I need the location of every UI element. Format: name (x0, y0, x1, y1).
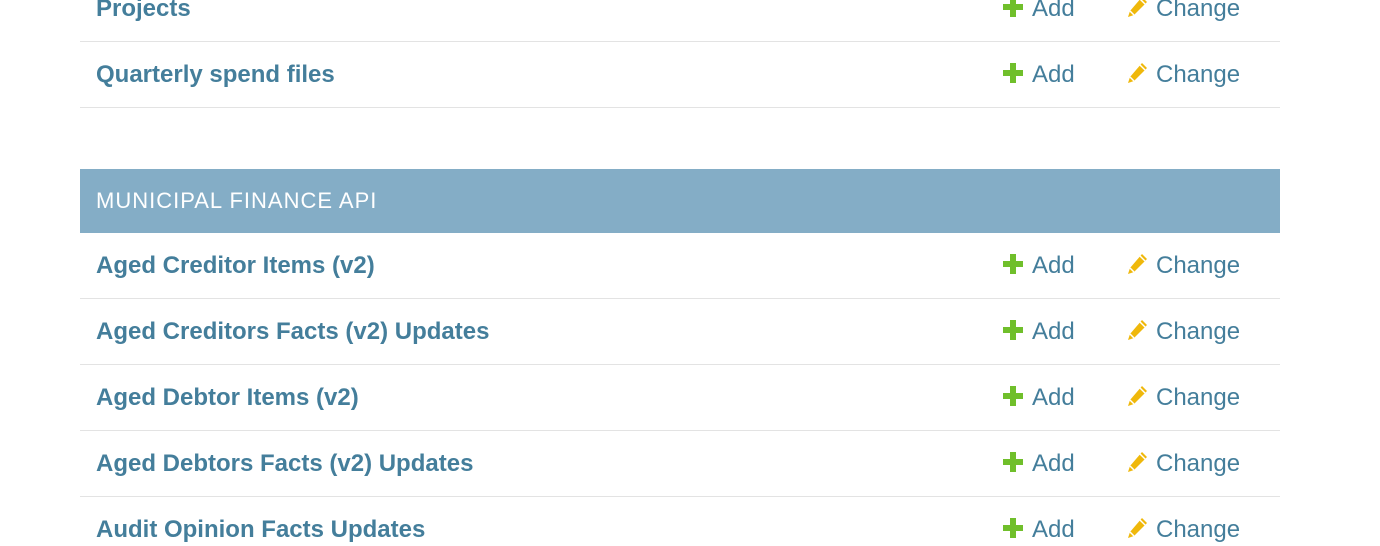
change-label: Change (1156, 450, 1241, 477)
plus-icon (1002, 517, 1024, 539)
change-link[interactable]: Change (1126, 42, 1240, 108)
module-municipal-finance-api: MUNICIPAL FINANCE API Aged Creditor Item… (80, 169, 1280, 546)
pencil-icon (1126, 517, 1148, 539)
model-row: Aged Debtors Facts (v2) Updates Add Chan… (80, 431, 1280, 497)
add-link[interactable]: Add (1002, 0, 1075, 42)
model-link-projects[interactable]: Projects (96, 0, 191, 42)
model-row: Aged Debtor Items (v2) Add Change (80, 365, 1280, 431)
pencil-icon (1126, 319, 1148, 341)
change-link[interactable]: Change (1126, 497, 1240, 546)
change-label: Change (1156, 516, 1241, 543)
change-link[interactable]: Change (1126, 299, 1240, 365)
add-link[interactable]: Add (1002, 233, 1075, 299)
model-link-aged-debtor-items[interactable]: Aged Debtor Items (v2) (96, 365, 359, 431)
change-label: Change (1156, 318, 1241, 345)
pencil-icon (1126, 253, 1148, 275)
model-row: Audit Opinion Facts Updates Add Change (80, 497, 1280, 546)
pencil-icon (1126, 0, 1148, 18)
change-link[interactable]: Change (1126, 233, 1240, 299)
change-link[interactable]: Change (1126, 431, 1240, 497)
plus-icon (1002, 62, 1024, 84)
model-link-aged-debtors-facts-updates[interactable]: Aged Debtors Facts (v2) Updates (96, 431, 473, 497)
add-link[interactable]: Add (1002, 497, 1075, 546)
pencil-icon (1126, 451, 1148, 473)
change-label: Change (1156, 0, 1241, 22)
add-label: Add (1032, 0, 1075, 22)
change-link[interactable]: Change (1126, 365, 1240, 431)
module-previous: Projects Add Change Quarterly spend file… (80, 0, 1280, 108)
add-label: Add (1032, 516, 1075, 543)
add-link[interactable]: Add (1002, 299, 1075, 365)
add-label: Add (1032, 450, 1075, 477)
plus-icon (1002, 319, 1024, 341)
model-link-aged-creditor-items[interactable]: Aged Creditor Items (v2) (96, 233, 375, 299)
add-link[interactable]: Add (1002, 42, 1075, 108)
plus-icon (1002, 451, 1024, 473)
model-row: Aged Creditors Facts (v2) Updates Add Ch… (80, 299, 1280, 365)
model-row: Quarterly spend files Add Change (80, 42, 1280, 108)
change-label: Change (1156, 252, 1241, 279)
model-row: Projects Add Change (80, 0, 1280, 42)
plus-icon (1002, 253, 1024, 275)
add-label: Add (1032, 61, 1075, 88)
change-label: Change (1156, 61, 1241, 88)
plus-icon (1002, 0, 1024, 18)
pencil-icon (1126, 62, 1148, 84)
model-row: Aged Creditor Items (v2) Add Change (80, 233, 1280, 299)
change-link[interactable]: Change (1126, 0, 1240, 42)
add-label: Add (1032, 384, 1075, 411)
admin-index-page: Projects Add Change Quarterly spend file… (0, 0, 1380, 546)
model-link-aged-creditors-facts-updates[interactable]: Aged Creditors Facts (v2) Updates (96, 299, 489, 365)
change-label: Change (1156, 384, 1241, 411)
pencil-icon (1126, 385, 1148, 407)
model-link-quarterly-spend-files[interactable]: Quarterly spend files (96, 42, 335, 108)
module-caption[interactable]: MUNICIPAL FINANCE API (80, 169, 1280, 233)
add-link[interactable]: Add (1002, 365, 1075, 431)
add-link[interactable]: Add (1002, 431, 1075, 497)
plus-icon (1002, 385, 1024, 407)
model-link-audit-opinion-facts-updates[interactable]: Audit Opinion Facts Updates (96, 497, 425, 546)
add-label: Add (1032, 318, 1075, 345)
add-label: Add (1032, 252, 1075, 279)
